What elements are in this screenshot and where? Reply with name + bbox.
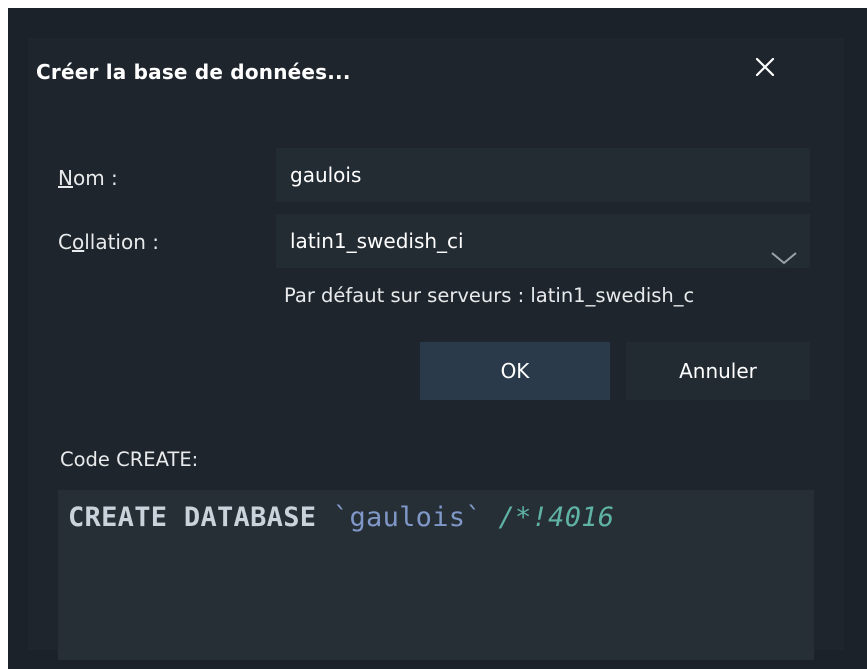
close-button[interactable] xyxy=(748,50,782,84)
collation-label-mnemonic: o xyxy=(71,230,85,254)
collation-select-value: latin1_swedish_ci xyxy=(290,229,464,253)
create-code-editor[interactable]: CREATE DATABASE `gaulois` /*!4016 xyxy=(58,490,814,660)
name-label-mnemonic: N xyxy=(58,166,73,190)
close-icon xyxy=(748,57,782,88)
code-line: CREATE DATABASE `gaulois` /*!4016 xyxy=(68,502,614,533)
name-label-text: om : xyxy=(72,166,118,190)
collation-label: Collation : xyxy=(58,230,159,254)
name-input-value: gaulois xyxy=(290,163,362,187)
dialog-title: Créer la base de données... xyxy=(36,60,351,84)
code-create-label: Code CREATE: xyxy=(60,448,199,471)
collation-select[interactable]: latin1_swedish_ci xyxy=(276,214,810,268)
name-input[interactable]: gaulois xyxy=(276,148,810,202)
code-comment: /*!4016 xyxy=(498,502,615,533)
cancel-button[interactable]: Annuler xyxy=(626,342,810,400)
server-default-hint: Par défaut sur serveurs : latin1_swedish… xyxy=(284,284,695,307)
chevron-down-icon[interactable] xyxy=(770,232,798,265)
name-label: Nom : xyxy=(58,166,118,190)
code-keyword: CREATE DATABASE xyxy=(68,502,317,533)
ok-button[interactable]: OK xyxy=(420,342,610,400)
collation-label-text: llation : xyxy=(84,230,159,254)
code-identifier: `gaulois` xyxy=(332,502,482,533)
collation-label-first: C xyxy=(58,230,72,254)
